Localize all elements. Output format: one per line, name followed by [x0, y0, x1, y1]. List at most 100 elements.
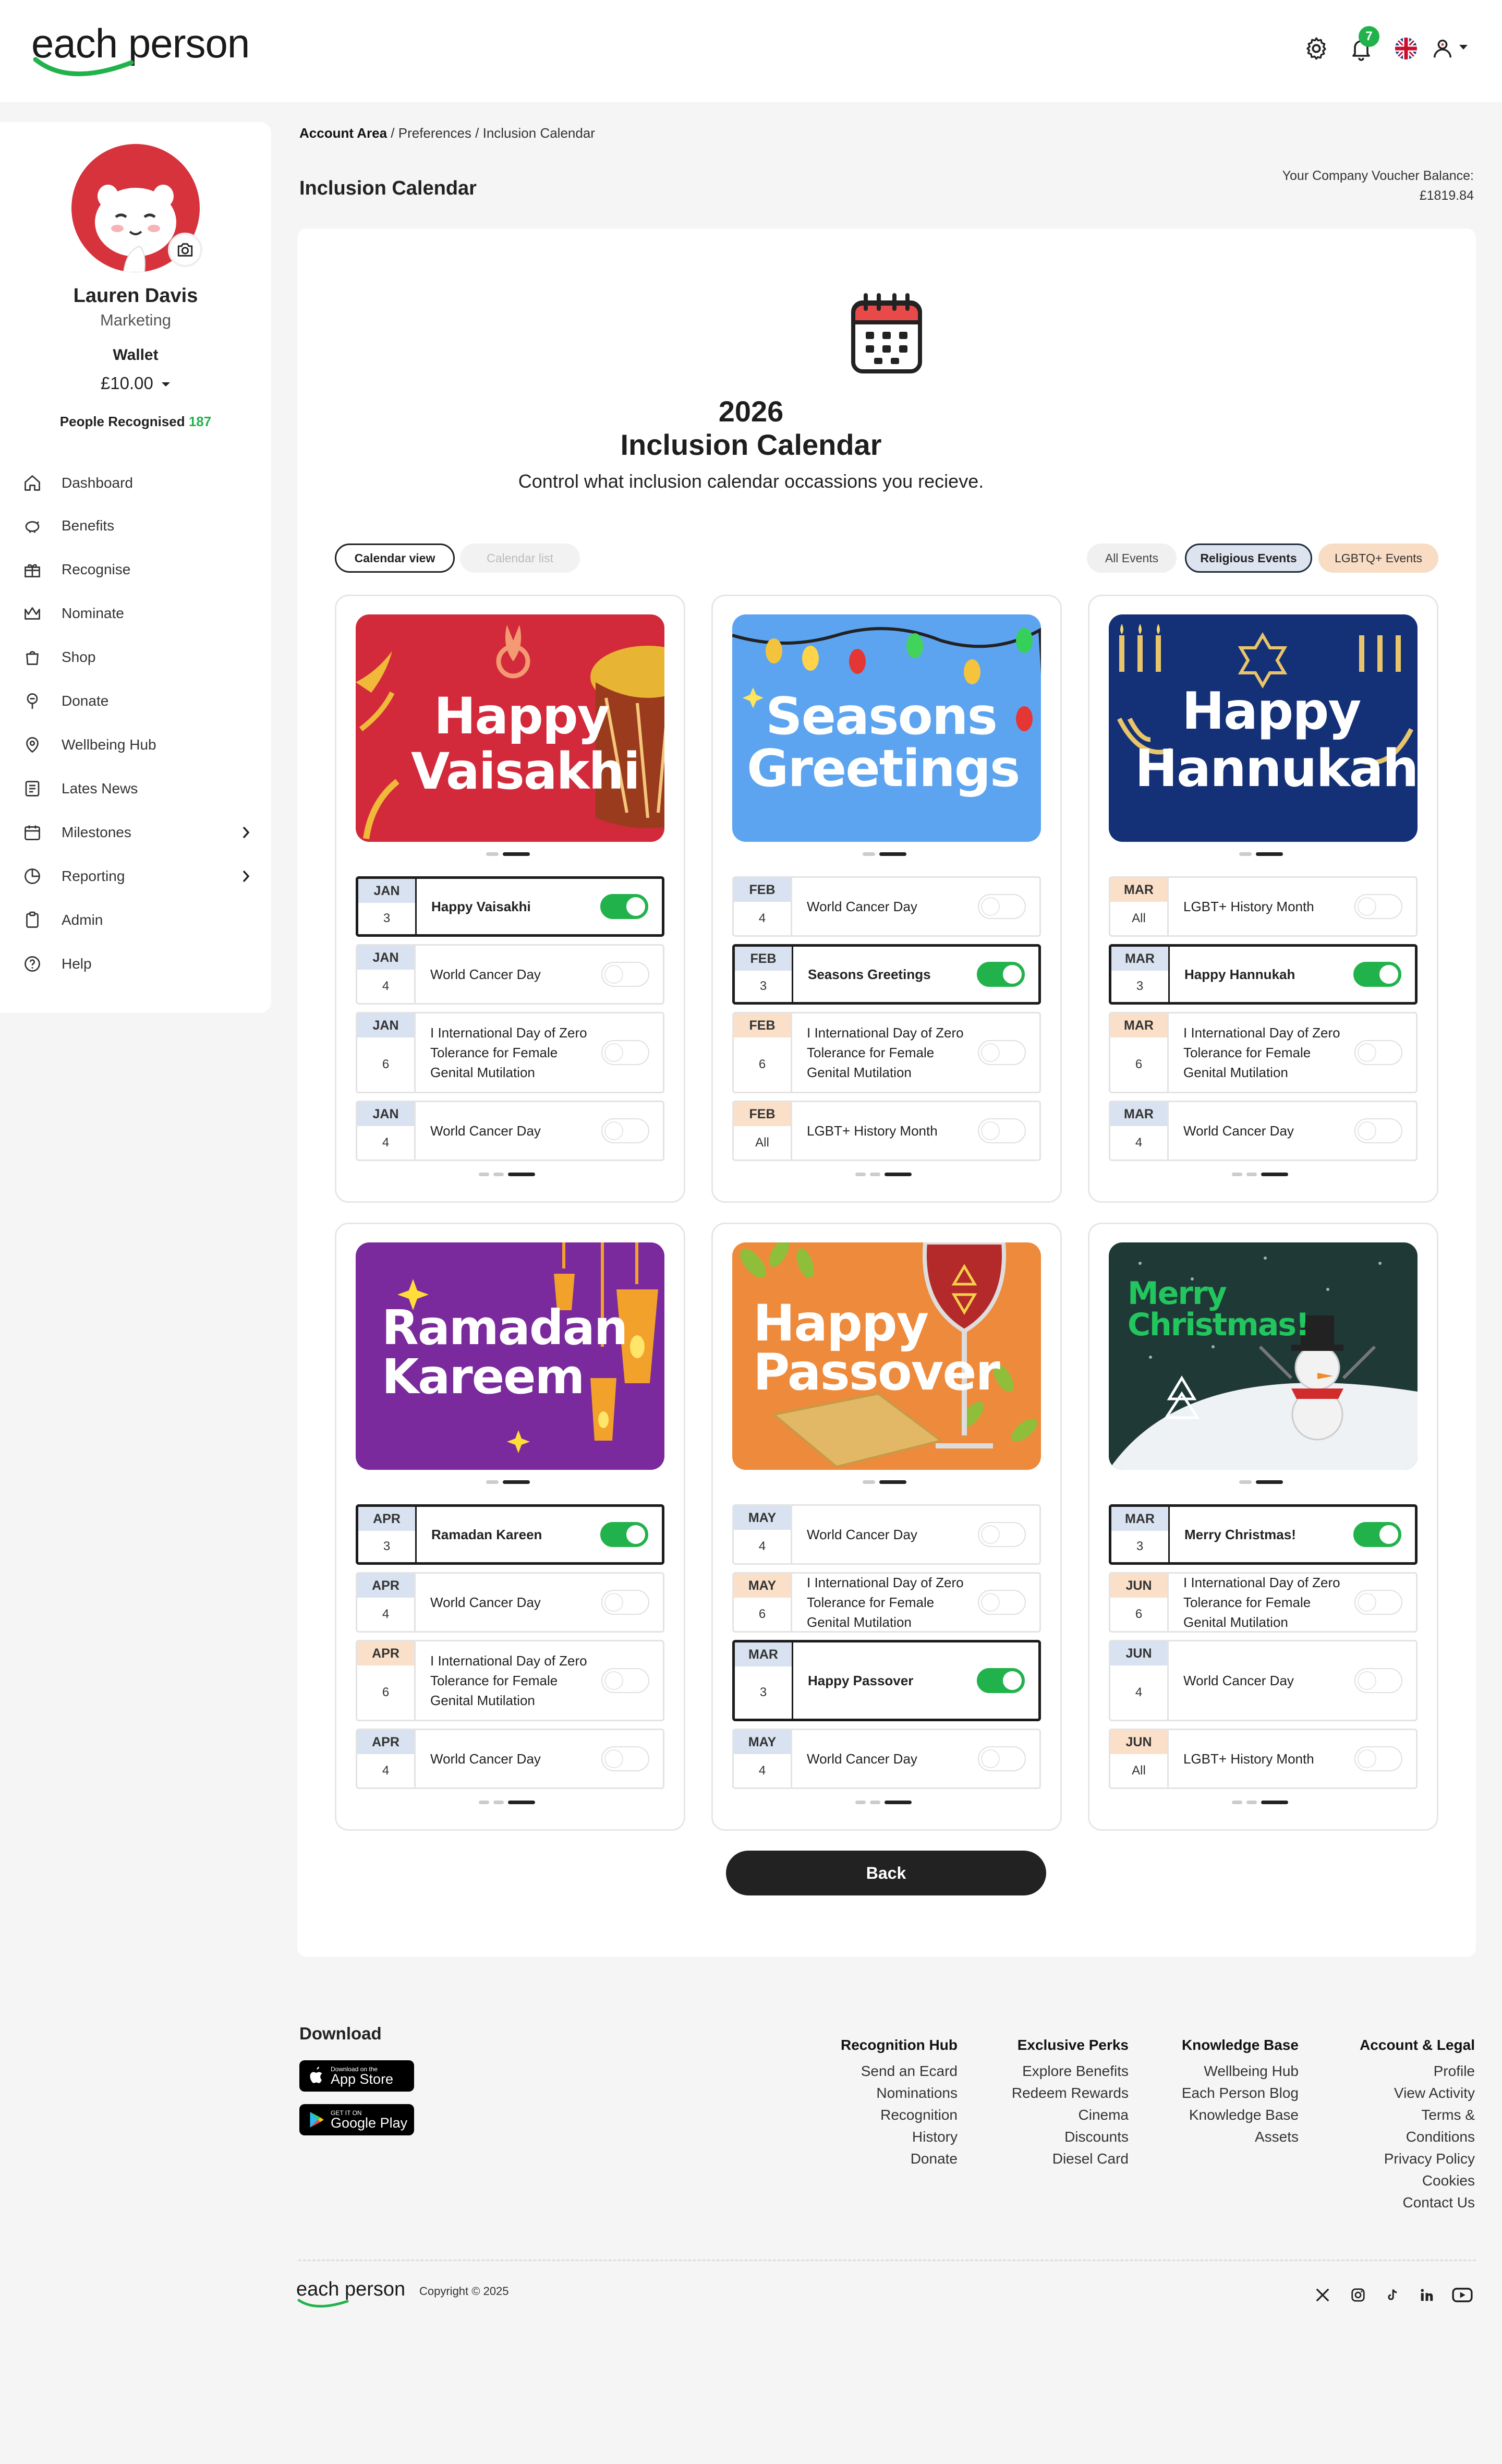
event-row[interactable]: MAR 3 Merry Christmas!	[1109, 1504, 1418, 1565]
event-row[interactable]: JAN 4 World Cancer Day	[356, 944, 664, 1005]
event-row[interactable]: FEB All LGBT+ History Month	[732, 1101, 1041, 1161]
event-row[interactable]: APR 4 World Cancer Day	[356, 1729, 664, 1789]
event-row[interactable]: JUN All LGBT+ History Month	[1109, 1729, 1418, 1789]
camera-icon[interactable]	[168, 233, 202, 267]
row-pager-dots[interactable]	[479, 1173, 535, 1177]
calendar-view-button[interactable]: Calendar view	[335, 543, 455, 573]
sidebar-item-lates-news[interactable]: Lates News	[21, 774, 250, 803]
event-toggle[interactable]	[601, 1590, 649, 1615]
google-play-badge[interactable]: GET IT ON Google Play	[299, 2104, 414, 2135]
event-toggle[interactable]	[978, 894, 1026, 919]
event-toggle[interactable]	[1354, 1040, 1402, 1065]
event-toggle[interactable]	[1353, 962, 1401, 987]
event-toggle[interactable]	[601, 1118, 649, 1143]
sidebar-item-help[interactable]: Help	[21, 949, 250, 979]
row-pager-dots[interactable]	[1232, 1173, 1288, 1177]
row-pager-dots[interactable]	[855, 1801, 912, 1805]
event-row[interactable]: MAR 3 Happy Passover	[732, 1640, 1041, 1721]
carousel-dots[interactable]	[486, 1480, 538, 1484]
event-row[interactable]: MAY 4 World Cancer Day	[732, 1504, 1041, 1565]
footer-link[interactable]: Profile	[1256, 2060, 1475, 2082]
event-toggle[interactable]	[1354, 1668, 1402, 1693]
event-toggle[interactable]	[978, 1118, 1026, 1143]
wallet-balance-dropdown[interactable]: £10.00	[0, 373, 271, 393]
sidebar-item-reporting[interactable]: Reporting	[21, 862, 250, 891]
user-icon[interactable]	[1427, 30, 1458, 67]
x-icon[interactable]	[1312, 2285, 1333, 2305]
caret-down-icon[interactable]	[1458, 44, 1469, 51]
event-toggle[interactable]	[977, 962, 1025, 987]
event-banner-image[interactable]: Ramadan Kareem	[356, 1242, 664, 1470]
filter-religious-events[interactable]: Religious Events	[1185, 543, 1312, 573]
event-banner-image[interactable]: Happy Passover	[732, 1242, 1041, 1470]
event-row[interactable]: MAY 4 World Cancer Day	[732, 1729, 1041, 1789]
sidebar-item-shop[interactable]: Shop	[21, 643, 250, 672]
event-toggle[interactable]	[1354, 1590, 1402, 1615]
event-toggle[interactable]	[601, 1668, 649, 1693]
footer-logo[interactable]: each person	[296, 2278, 405, 2301]
event-row[interactable]: FEB 4 World Cancer Day	[732, 876, 1041, 937]
back-button[interactable]: Back	[726, 1851, 1046, 1895]
carousel-dots[interactable]	[1239, 1480, 1291, 1484]
event-row[interactable]: APR 4 World Cancer Day	[356, 1572, 664, 1633]
event-row[interactable]: MAY 6 I International Day of Zero Toleranc…	[732, 1572, 1041, 1633]
event-toggle[interactable]	[1354, 1746, 1402, 1771]
event-row[interactable]: JAN 3 Happy Vaisakhi	[356, 876, 664, 937]
event-toggle[interactable]	[600, 1522, 648, 1547]
event-row[interactable]: MAR All LGBT+ History Month	[1109, 876, 1418, 937]
event-row[interactable]: JAN 4 World Cancer Day	[356, 1101, 664, 1161]
event-banner-image[interactable]: Happy Hannukah	[1109, 614, 1418, 842]
event-row[interactable]: JAN 6 I International Day of Zero Toleranc…	[356, 1012, 664, 1093]
event-toggle[interactable]	[601, 962, 649, 987]
breadcrumb-account-area[interactable]: Account Area	[299, 125, 387, 141]
row-pager-dots[interactable]	[1232, 1801, 1288, 1805]
event-banner-image[interactable]: Merry Christmas!	[1109, 1242, 1418, 1470]
tiktok-icon[interactable]	[1382, 2285, 1403, 2305]
event-row[interactable]: JUN 6 I International Day of Zero Toleranc…	[1109, 1572, 1418, 1633]
sidebar-item-milestones[interactable]: Milestones	[21, 818, 250, 847]
instagram-icon[interactable]	[1348, 2285, 1368, 2305]
event-row[interactable]: JUN 4 World Cancer Day	[1109, 1640, 1418, 1721]
event-row[interactable]: MAR 4 World Cancer Day	[1109, 1101, 1418, 1161]
footer-link[interactable]: Diesel Card	[910, 2148, 1129, 2170]
carousel-dots[interactable]	[863, 1480, 915, 1484]
event-toggle[interactable]	[977, 1668, 1025, 1693]
filter-all-events[interactable]: All Events	[1087, 543, 1177, 573]
youtube-icon[interactable]	[1452, 2285, 1473, 2305]
linkedin-icon[interactable]	[1416, 2285, 1437, 2305]
sidebar-item-nominate[interactable]: Nominate	[21, 599, 250, 628]
carousel-dots[interactable]	[486, 852, 538, 856]
event-row[interactable]: APR 6 I International Day of Zero Toleranc…	[356, 1640, 664, 1721]
sidebar-item-donate[interactable]: Donate	[21, 686, 250, 716]
event-row[interactable]: FEB 3 Seasons Greetings	[732, 944, 1041, 1005]
carousel-dots[interactable]	[863, 852, 915, 856]
sidebar-item-admin[interactable]: Admin	[21, 905, 250, 935]
event-toggle[interactable]	[601, 1040, 649, 1065]
event-toggle[interactable]	[978, 1040, 1026, 1065]
calendar-list-button[interactable]: Calendar list	[460, 543, 580, 573]
footer-link[interactable]: Cookies	[1256, 2170, 1475, 2192]
event-row[interactable]: MAR 6 I International Day of Zero Toleranc…	[1109, 1012, 1418, 1093]
event-toggle[interactable]	[601, 1746, 649, 1771]
footer-link[interactable]: Terms &	[1256, 2104, 1475, 2126]
gear-icon[interactable]	[1301, 30, 1332, 67]
event-toggle[interactable]	[1354, 894, 1402, 919]
footer-link[interactable]: Conditions	[1256, 2126, 1475, 2148]
footer-link[interactable]: Contact Us	[1256, 2192, 1475, 2214]
event-toggle[interactable]	[600, 894, 648, 919]
event-toggle[interactable]	[978, 1522, 1026, 1547]
footer-link[interactable]: Privacy Policy	[1256, 2148, 1475, 2170]
event-toggle[interactable]	[1354, 1118, 1402, 1143]
row-pager-dots[interactable]	[855, 1173, 912, 1177]
app-store-badge[interactable]: Download on the App Store	[299, 2060, 414, 2092]
uk-flag-icon[interactable]	[1390, 30, 1422, 67]
sidebar-item-wellbeing-hub[interactable]: Wellbeing Hub	[21, 730, 250, 759]
footer-link[interactable]: View Activity	[1256, 2082, 1475, 2104]
event-toggle[interactable]	[1353, 1522, 1401, 1547]
row-pager-dots[interactable]	[479, 1801, 535, 1805]
event-toggle[interactable]	[978, 1746, 1026, 1771]
event-row[interactable]: APR 3 Ramadan Kareen	[356, 1504, 664, 1565]
filter-lgbtq-events[interactable]: LGBTQ+ Events	[1318, 543, 1438, 573]
event-banner-image[interactable]: Seasons Greetings	[732, 614, 1041, 842]
event-row[interactable]: MAR 3 Happy Hannukah	[1109, 944, 1418, 1005]
